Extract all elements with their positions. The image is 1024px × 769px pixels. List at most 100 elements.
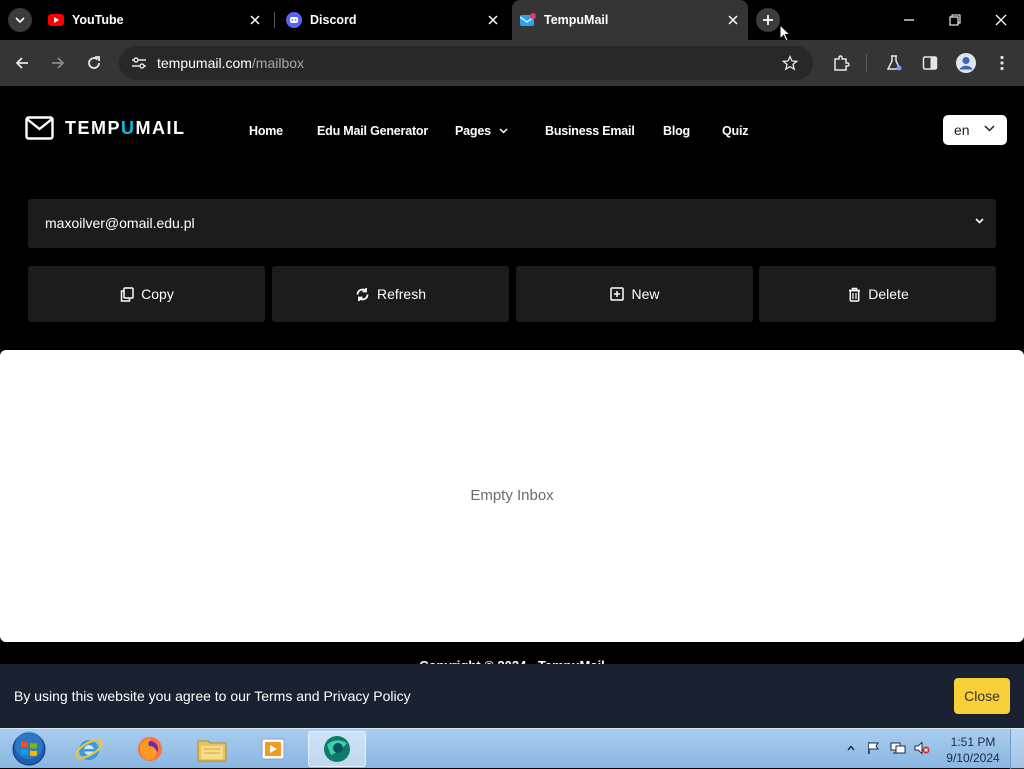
delete-label: Delete [868,286,909,302]
cookie-close-button[interactable]: Close [954,678,1010,714]
profile-avatar-icon[interactable] [954,51,978,75]
logo-text-accent: U [121,117,136,138]
toolbar-divider [866,54,867,72]
discord-icon [286,12,302,28]
tab-tempumail[interactable]: TempuMail [512,0,748,40]
chevron-down-icon [984,125,995,132]
tab-label: TempuMail [544,13,609,27]
tab-label: YouTube [72,13,124,27]
logo-text-part: TEMP [65,117,122,138]
taskbar-file-explorer[interactable] [183,731,241,767]
nav-pages[interactable]: Pages [455,121,508,141]
show-desktop-button[interactable] [1010,729,1024,769]
inbox-panel: Empty Inbox [0,350,1024,642]
windows-taskbar: 1:51 PM 9/10/2024 [0,728,1024,769]
trash-icon [846,286,862,302]
web-page: TEMPUMAIL Home Edu Mail Generator Pages … [0,86,1024,728]
site-logo[interactable]: TEMPUMAIL [25,116,186,140]
forward-button[interactable] [44,49,72,77]
tab-discord[interactable]: Discord [278,6,508,34]
forward-arrow-icon [52,57,65,69]
url-path: /mailbox [251,55,305,71]
envelope-logo-icon [25,116,54,140]
close-icon [995,14,1007,26]
browser-menu-icon[interactable] [990,51,1014,75]
reload-button[interactable] [80,49,108,77]
taskbar-firefox[interactable] [121,731,179,767]
email-address-select[interactable]: maxoilver@omail.edu.pl [28,199,996,248]
back-arrow-icon [15,57,28,69]
taskbar-media-player[interactable] [244,731,302,767]
clock-time: 1:51 PM [950,735,996,749]
logo-text: TEMPUMAIL [65,118,186,139]
windows-start-icon [12,731,46,766]
refresh-label: Refresh [376,286,427,302]
browser-toolbar: tempumail.com/mailbox [0,40,1024,86]
site-header: TEMPUMAIL Home Edu Mail Generator Pages … [0,86,1024,172]
reload-icon [88,56,100,69]
minimize-icon [904,19,914,21]
action-center-flag-icon[interactable] [866,740,882,756]
firefox-icon [138,737,162,761]
network-icon[interactable] [890,740,906,756]
new-button[interactable]: New [516,266,753,322]
site-info-icon[interactable] [127,51,151,75]
nav-home[interactable]: Home [249,121,283,141]
start-button[interactable] [0,731,58,767]
volume-muted-icon[interactable] [914,740,930,756]
system-clock[interactable]: 1:51 PM 9/10/2024 [938,734,1008,766]
clock-date: 9/10/2024 [946,751,1000,765]
chevron-down-icon [499,128,508,134]
nav-pages-label: Pages [455,124,491,138]
chevron-down-icon [975,218,984,224]
copy-button[interactable]: Copy [28,266,265,322]
browser-tab-strip: YouTube Discord TempuMail [0,0,1024,42]
refresh-icon [355,286,371,302]
restore-button[interactable] [943,8,967,32]
tab-separator [274,12,275,28]
delete-button[interactable]: Delete [759,266,996,322]
language-select[interactable]: en [943,115,1007,145]
copy-icon [119,286,135,302]
close-tab-icon[interactable] [724,11,742,29]
nav-quiz[interactable]: Quiz [722,121,748,141]
email-address-value: maxoilver@omail.edu.pl [45,215,195,231]
side-panel-icon[interactable] [918,51,942,75]
empty-inbox-text: Empty Inbox [470,487,554,504]
restore-icon [949,14,961,26]
extensions-icon[interactable] [829,51,853,75]
close-window-button[interactable] [989,8,1013,32]
tempumail-icon [520,12,536,28]
show-hidden-icons[interactable] [843,740,859,756]
folder-icon [197,740,227,762]
taskbar-internet-explorer[interactable] [60,731,118,767]
tab-search-button[interactable] [8,8,32,32]
tab-label: Discord [310,13,357,27]
nav-blog[interactable]: Blog [663,121,690,141]
close-tab-icon[interactable] [484,11,502,29]
youtube-icon [48,12,64,28]
nav-edu-mail-generator[interactable]: Edu Mail Generator [317,121,428,141]
minimize-button[interactable] [897,8,921,32]
new-tab-button[interactable] [756,8,780,32]
browser-app-icon [324,736,350,762]
nav-business-email[interactable]: Business Email [545,121,635,141]
cookie-message: By using this website you agree to our T… [14,688,411,704]
refresh-button[interactable]: Refresh [272,266,509,322]
labs-flask-icon[interactable] [882,51,906,75]
url-domain: tempumail.com [157,55,252,71]
taskbar-chrome-active[interactable] [308,731,366,767]
media-player-icon [261,738,285,760]
back-button[interactable] [8,49,36,77]
bookmark-star-icon[interactable] [779,52,801,74]
new-label: New [631,286,660,302]
chevron-up-icon [847,745,855,751]
address-bar[interactable]: tempumail.com/mailbox [119,46,813,80]
chevron-down-icon [15,17,25,24]
close-tab-icon[interactable] [246,11,264,29]
internet-explorer-icon [75,739,103,760]
plus-icon [763,15,773,25]
tab-youtube[interactable]: YouTube [40,6,270,34]
cookie-banner: By using this website you agree to our T… [0,664,1024,728]
plus-square-icon [609,286,625,302]
